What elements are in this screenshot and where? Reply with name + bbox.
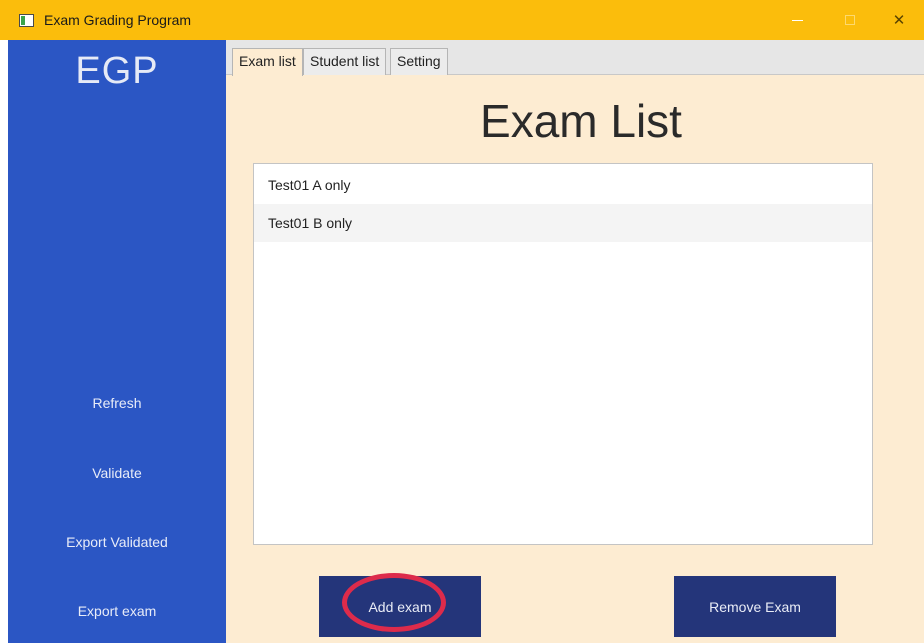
close-button[interactable]: ✕ (876, 0, 922, 40)
list-item[interactable]: Test01 A only (254, 166, 872, 204)
maximize-button[interactable] (827, 0, 873, 40)
tab-bar: Exam list Student list Setting (226, 40, 924, 76)
exam-list[interactable]: Test01 A only Test01 B only (253, 163, 873, 545)
export-exam-button[interactable]: Export exam (8, 603, 226, 619)
app-window: Exam Grading Program ✕ EGP Refresh Valid… (0, 0, 924, 643)
minimize-button[interactable] (774, 0, 820, 40)
minimize-icon (791, 19, 803, 21)
main-panel: Exam list Student list Setting Exam List… (226, 40, 924, 643)
maximize-icon (845, 15, 855, 25)
title-bar: Exam Grading Program ✕ (0, 0, 924, 40)
close-icon: ✕ (892, 12, 906, 29)
export-validated-button[interactable]: Export Validated (8, 534, 226, 550)
page-title: Exam List (480, 95, 682, 147)
list-item[interactable]: Test01 B only (254, 204, 872, 242)
refresh-button[interactable]: Refresh (8, 395, 226, 411)
validate-button[interactable]: Validate (8, 465, 226, 481)
tab-exam-list[interactable]: Exam list (232, 48, 303, 76)
app-window-icon (19, 13, 34, 27)
window-title: Exam Grading Program (44, 12, 192, 28)
sidebar: EGP Refresh Validate Export Validated Ex… (8, 40, 226, 643)
brand-logo: EGP (75, 50, 159, 92)
tab-student-list[interactable]: Student list (303, 48, 387, 75)
tab-setting[interactable]: Setting (390, 48, 448, 75)
remove-exam-button[interactable]: Remove Exam (674, 576, 836, 637)
add-exam-button[interactable]: Add exam (319, 576, 481, 637)
